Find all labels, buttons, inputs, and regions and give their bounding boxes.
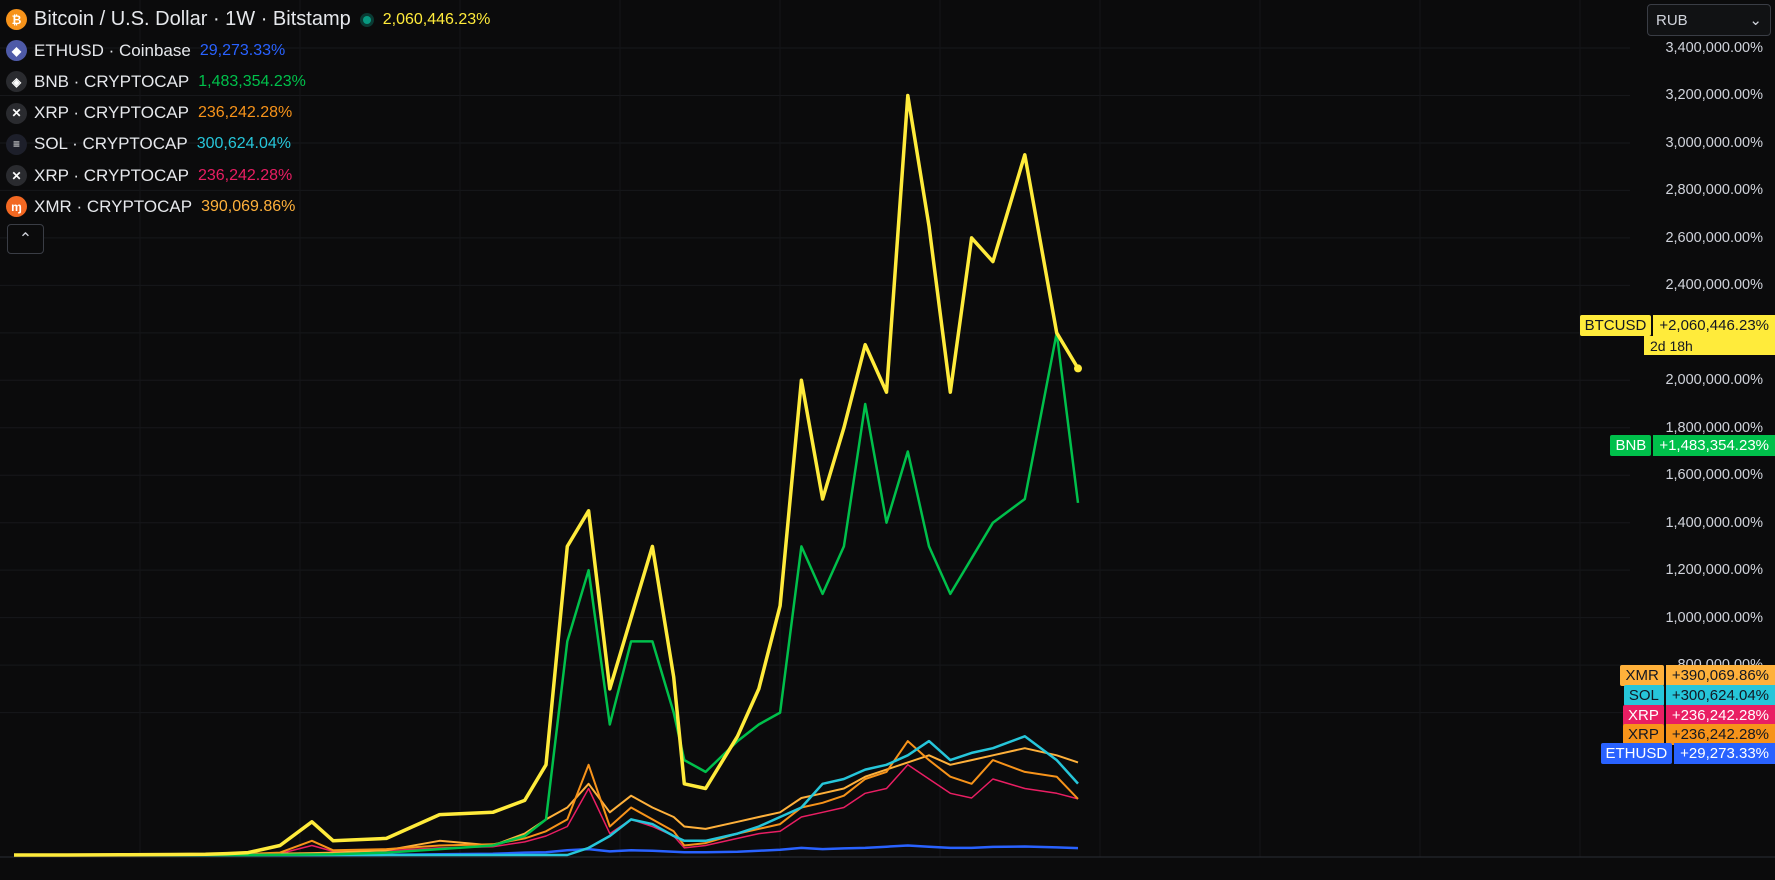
price-tag-symbol: XRP	[1622, 705, 1664, 726]
legend-series-name: BNB · CRYPTOCAP	[34, 71, 190, 91]
legend-row[interactable]: ≡ SOL · CRYPTOCAP 300,624.04%	[6, 129, 490, 160]
legend-series-pct: 1,483,354.23%	[198, 72, 306, 90]
legend-row[interactable]: ◆ ETHUSD · Coinbase 29,273.33%	[6, 35, 490, 66]
y-tick-label: 3,400,000.00%	[1665, 40, 1763, 56]
legend-series-name: XRP · CRYPTOCAP	[34, 165, 189, 185]
price-tag: XRP +236,242.28%	[1622, 724, 1775, 745]
last-price-marker	[1074, 364, 1082, 373]
y-tick-label: 2,600,000.00%	[1665, 229, 1763, 246]
price-tag-countdown: 2d 18h	[1644, 336, 1775, 355]
market-status-icon	[359, 12, 374, 27]
y-tick-label: 2,000,000.00%	[1665, 372, 1763, 389]
chevron-up-icon: ⌃	[18, 231, 33, 248]
chart-legend: ₿ Bitcoin / U.S. Dollar · 1W · Bitstamp …	[6, 4, 490, 222]
price-tag-symbol: ETHUSD	[1600, 743, 1673, 764]
y-tick-label: 1,600,000.00%	[1665, 467, 1763, 484]
price-tag-symbol: XRP	[1622, 724, 1664, 745]
price-tag-value: +2,060,446.23%	[1653, 315, 1775, 336]
bitcoin-icon: ₿	[6, 9, 27, 31]
price-tag-value: +1,483,354.23%	[1653, 435, 1775, 456]
xrp-icon: ✕	[6, 165, 27, 187]
price-tag: ETHUSD +29,273.33%	[1600, 743, 1775, 764]
legend-main-title: Bitcoin / U.S. Dollar · 1W · Bitstamp	[34, 8, 351, 31]
xrp-icon: ✕	[6, 102, 27, 124]
price-tag: BTCUSD +2,060,446.23%	[1579, 315, 1775, 336]
price-tag: XRP +236,242.28%	[1622, 705, 1775, 726]
y-tick-label: 1,400,000.00%	[1665, 514, 1763, 531]
price-tag-value: +236,242.28%	[1665, 705, 1775, 726]
solana-icon: ≡	[6, 133, 27, 155]
legend-series-pct: 390,069.86%	[201, 197, 296, 215]
series-line-bnb	[14, 331, 1080, 857]
y-tick-label: 1,800,000.00%	[1665, 419, 1763, 436]
currency-label: RUB	[1656, 11, 1688, 29]
legend-series-name: XRP · CRYPTOCAP	[34, 103, 189, 123]
legend-row[interactable]: ɱ XMR · CRYPTOCAP 390,069.86%	[6, 191, 490, 222]
price-tag: BNB +1,483,354.23%	[1610, 435, 1775, 456]
price-tag-symbol: XMR	[1620, 665, 1664, 686]
bnb-icon: ◈	[6, 71, 27, 93]
price-tag-value: +390,069.86%	[1665, 665, 1775, 686]
y-tick-label: 3,200,000.00%	[1665, 87, 1763, 104]
legend-row[interactable]: ✕ XRP · CRYPTOCAP 236,242.28%	[6, 98, 490, 129]
legend-series-pct: 236,242.28%	[197, 166, 293, 184]
price-tag: XMR +390,069.86%	[1620, 665, 1775, 686]
legend-row[interactable]: ✕ XRP · CRYPTOCAP 236,242.28%	[6, 160, 490, 191]
y-tick-label: 2,400,000.00%	[1665, 277, 1763, 294]
y-tick-label: 1,200,000.00%	[1665, 562, 1763, 579]
price-tag-symbol: BNB	[1610, 435, 1652, 456]
y-tick-label: 2,800,000.00%	[1665, 182, 1763, 199]
currency-select[interactable]: RUB ⌄	[1647, 4, 1771, 36]
legend-series-name: ETHUSD · Coinbase	[34, 40, 191, 60]
y-tick-label: 3,000,000.00%	[1665, 134, 1763, 151]
legend-series-name: SOL · CRYPTOCAP	[34, 134, 188, 154]
price-tag-value: +300,624.04%	[1665, 685, 1775, 706]
price-tag-value: +29,273.33%	[1674, 743, 1775, 764]
price-tag-value: +236,242.28%	[1665, 724, 1775, 745]
price-tag-symbol: SOL	[1623, 685, 1664, 706]
legend-series-pct: 300,624.04%	[196, 135, 291, 153]
legend-row[interactable]: ◈ BNB · CRYPTOCAP 1,483,354.23%	[6, 66, 490, 97]
price-tag-symbol: BTCUSD	[1579, 315, 1652, 336]
legend-series-pct: 236,242.28%	[197, 104, 293, 122]
price-tag: SOL +300,624.04%	[1623, 685, 1775, 706]
legend-row-main[interactable]: ₿ Bitcoin / U.S. Dollar · 1W · Bitstamp …	[6, 4, 490, 35]
legend-series-pct: 29,273.33%	[199, 41, 286, 59]
ethereum-icon: ◆	[6, 40, 27, 62]
collapse-legend-button[interactable]: ⌃	[7, 224, 44, 254]
monero-icon: ɱ	[6, 196, 27, 218]
legend-main-pct: 2,060,446.23%	[382, 10, 491, 28]
chevron-down-icon: ⌄	[1749, 12, 1762, 29]
legend-series-name: XMR · CRYPTOCAP	[34, 196, 193, 216]
y-tick-label: 1,000,000.00%	[1665, 609, 1763, 626]
